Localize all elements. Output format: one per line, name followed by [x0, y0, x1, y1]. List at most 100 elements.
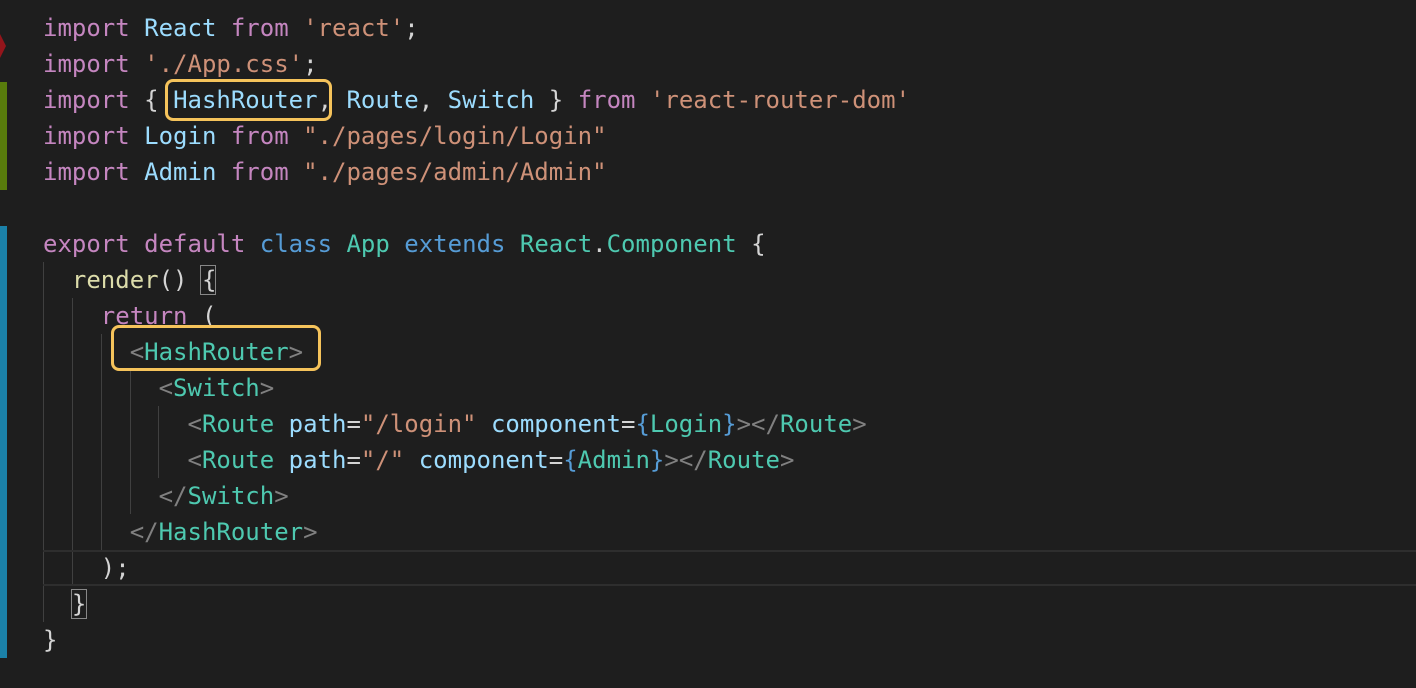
code-token: component [418, 446, 549, 474]
code-line-18[interactable]: } [43, 622, 57, 658]
code-token: ></ [736, 410, 780, 438]
code-token: "/login" [360, 410, 477, 438]
code-token: > [303, 518, 318, 546]
code-token: > [779, 446, 795, 474]
code-line-16[interactable]: ); [43, 550, 130, 586]
code-token: Switch [187, 482, 275, 510]
code-token: path [288, 410, 347, 438]
code-token: = [548, 446, 564, 474]
code-token: > [852, 410, 867, 438]
code-token: Route [201, 446, 275, 474]
code-token: } [534, 86, 578, 114]
code-line-2[interactable]: import './App.css'; [43, 46, 318, 82]
code-token: { [736, 230, 766, 258]
code-token: from [230, 14, 289, 42]
code-token: } [43, 626, 58, 654]
bracket-match-close [71, 589, 87, 619]
code-token: } [649, 446, 665, 474]
code-token: App [346, 230, 390, 258]
code-line-13[interactable]: <Route path="/" component={Admin}></Rout… [43, 442, 795, 478]
bracket-match-open [200, 265, 216, 295]
code-line-4[interactable]: import Login from "./pages/login/Login" [43, 118, 607, 154]
code-token: { [563, 446, 578, 474]
code-token: < [158, 374, 174, 402]
code-token: Route [707, 446, 780, 474]
gutter-deleted-marker [0, 34, 6, 58]
code-token: = [346, 410, 361, 438]
code-token: > [274, 482, 289, 510]
code-token: Admin [577, 446, 650, 474]
code-token: from [577, 86, 636, 114]
code-token: = [621, 410, 636, 438]
code-token: Route [346, 86, 419, 114]
code-line-14[interactable]: </Switch> [43, 478, 289, 514]
code-line-7[interactable]: export default class App extends React.C… [43, 226, 766, 262]
code-token: from [230, 122, 289, 150]
code-token: class [259, 230, 333, 258]
code-token: default [144, 230, 246, 258]
code-line-15[interactable]: </HashRouter> [43, 514, 318, 550]
highlight-hashrouter-import [165, 79, 332, 121]
code-token: import [43, 14, 130, 42]
code-token: Switch [447, 86, 535, 114]
code-token: < [187, 410, 202, 438]
code-token: = [346, 446, 361, 474]
code-token: "/" [360, 446, 405, 474]
code-token: Component [606, 230, 737, 258]
code-token: , [418, 86, 448, 114]
code-line-1[interactable]: import React from 'react'; [43, 10, 419, 46]
code-token: . [592, 230, 607, 258]
gutter-added-marker [0, 82, 7, 190]
code-editor[interactable]: import React from 'react'; import './App.… [0, 0, 1416, 688]
current-line-highlight [43, 550, 1416, 586]
code-token: { [635, 410, 650, 438]
code-token: import [43, 86, 130, 114]
code-token: React [144, 14, 217, 42]
code-token: HashRouter [158, 518, 304, 546]
code-token: render [71, 266, 159, 294]
code-token: path [288, 446, 347, 474]
code-token: > [259, 374, 275, 402]
code-token: 'react-router-dom' [649, 86, 911, 114]
code-token: ); [43, 554, 130, 582]
code-token: export [43, 230, 130, 258]
code-token: "./pages/login/Login" [303, 122, 607, 150]
code-token: </ [158, 482, 188, 510]
code-token: extends [404, 230, 506, 258]
code-token: Route [779, 410, 853, 438]
code-token: from [230, 158, 289, 186]
code-line-11[interactable]: <Switch> [43, 370, 275, 406]
code-token: Switch [173, 374, 260, 402]
code-token: < [187, 446, 202, 474]
code-token: "./pages/admin/Admin" [303, 158, 607, 186]
code-token: import [43, 50, 130, 78]
code-line-5[interactable]: import Admin from "./pages/admin/Admin" [43, 154, 607, 190]
code-token: ; [404, 14, 419, 42]
code-token: Route [201, 410, 275, 438]
code-line-12[interactable]: <Route path="/login" component={Login}><… [43, 406, 867, 442]
code-token: Admin [144, 158, 217, 186]
code-token: </ [129, 518, 159, 546]
code-token: import [43, 122, 130, 150]
code-line-8[interactable]: render() { [43, 262, 217, 298]
